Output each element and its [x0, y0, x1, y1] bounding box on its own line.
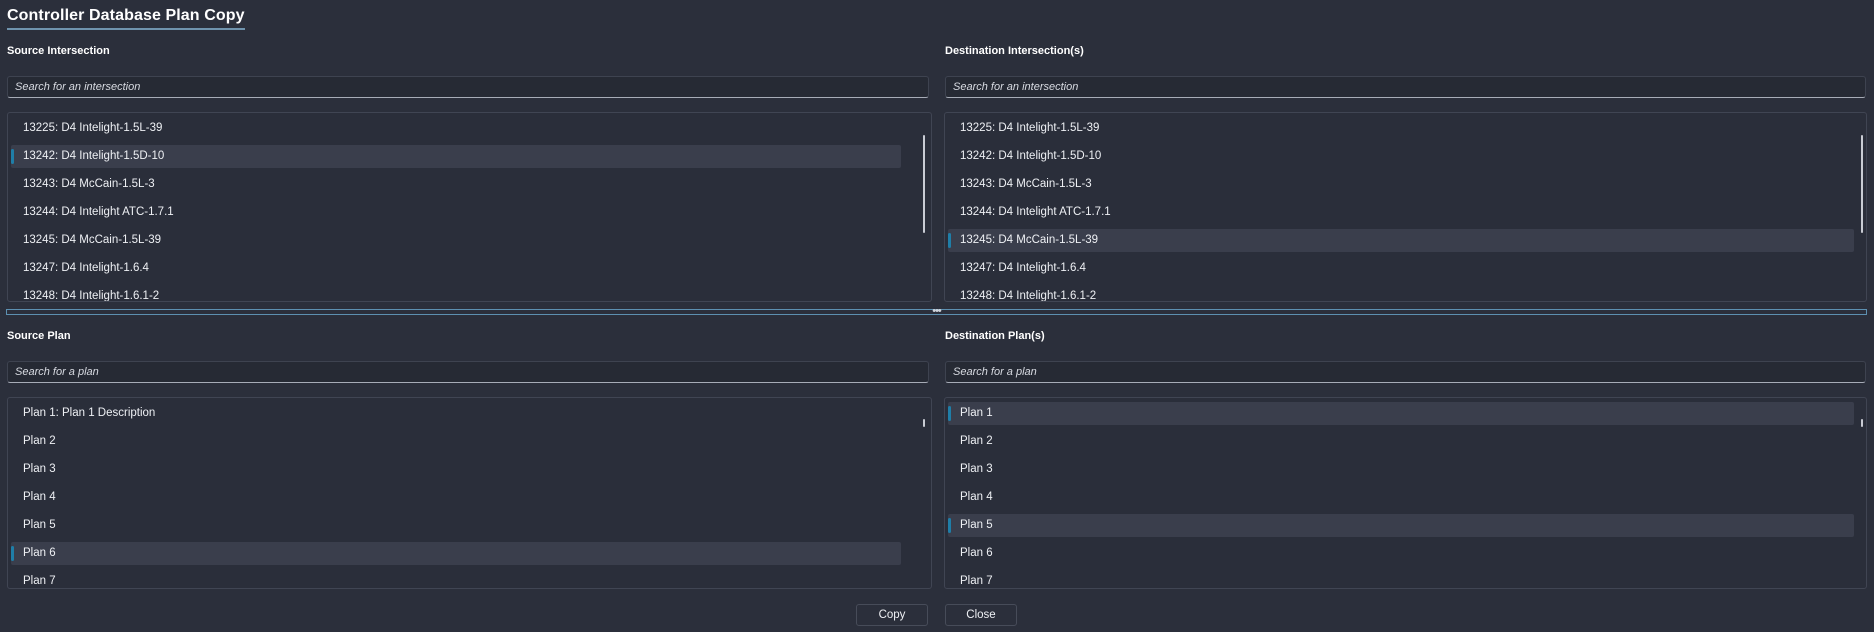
list-item[interactable]: Plan 4 — [948, 486, 1854, 509]
list-item[interactable]: Plan 6 — [948, 542, 1854, 565]
destination-intersections-list[interactable]: 13225: D4 Intelight-1.5L-39 13242: D4 Int… — [944, 112, 1867, 302]
grip-dots-icon: ••• — [932, 305, 942, 317]
close-button[interactable]: Close — [945, 604, 1017, 626]
list-item[interactable]: Plan 3 — [948, 458, 1854, 481]
destination-intersections-scrollbar[interactable] — [1861, 135, 1863, 233]
panel-splitter[interactable]: ••• — [6, 305, 1867, 317]
source-plan-list[interactable]: Plan 1: Plan 1 Description Plan 2 Plan 3 Pl… — [7, 397, 932, 589]
list-item[interactable]: 13244: D4 Intelight ATC-1.7.1 — [11, 201, 901, 224]
list-item[interactable]: Plan 7 — [11, 570, 901, 588]
destination-plans-label: Destination Plan(s) — [945, 330, 1045, 342]
destination-intersections-label: Destination Intersection(s) — [945, 45, 1084, 57]
list-item[interactable]: Plan 1: Plan 1 Description — [11, 402, 901, 425]
list-item[interactable]: Plan 3 — [11, 458, 901, 481]
list-item[interactable]: Plan 1 — [948, 402, 1854, 425]
source-intersection-label: Source Intersection — [7, 45, 110, 57]
list-item[interactable]: Plan 6 — [11, 542, 901, 565]
list-item[interactable]: 13225: D4 Intelight-1.5L-39 — [11, 117, 901, 140]
list-item[interactable]: 13245: D4 McCain-1.5L-39 — [948, 229, 1854, 252]
source-intersection-search-input[interactable]: Search for an intersection — [7, 76, 929, 98]
list-item[interactable]: 13242: D4 Intelight-1.5D-10 — [11, 145, 901, 168]
source-intersection-list[interactable]: 13225: D4 Intelight-1.5L-39 13242: D4 Int… — [7, 112, 932, 302]
plan-copy-window: Controller Database Plan Copy Source Int… — [0, 0, 1874, 632]
source-intersection-scrollbar[interactable] — [923, 135, 925, 233]
list-item[interactable]: Plan 7 — [948, 570, 1854, 588]
list-item[interactable]: 13243: D4 McCain-1.5L-3 — [948, 173, 1854, 196]
source-plan-label: Source Plan — [7, 330, 71, 342]
copy-button[interactable]: Copy — [856, 604, 928, 626]
list-item[interactable]: 13244: D4 Intelight ATC-1.7.1 — [948, 201, 1854, 224]
list-item[interactable]: Plan 2 — [11, 430, 901, 453]
list-item[interactable]: 13225: D4 Intelight-1.5L-39 — [948, 117, 1854, 140]
list-item[interactable]: 13248: D4 Intelight-1.6.1-2 — [11, 285, 901, 301]
destination-plans-list[interactable]: Plan 1 Plan 2 Plan 3 Plan 4 Plan 5 Plan 6 Plan… — [944, 397, 1867, 589]
list-item[interactable]: 13245: D4 McCain-1.5L-39 — [11, 229, 901, 252]
source-plan-search-input[interactable]: Search for a plan — [7, 361, 929, 383]
list-item[interactable]: 13242: D4 Intelight-1.5D-10 — [948, 145, 1854, 168]
destination-plans-scrollbar[interactable] — [1861, 419, 1863, 427]
list-item[interactable]: 13247: D4 Intelight-1.6.4 — [948, 257, 1854, 280]
list-item[interactable]: Plan 5 — [11, 514, 901, 537]
destination-plans-search-input[interactable]: Search for a plan — [945, 361, 1866, 383]
list-item[interactable]: 13248: D4 Intelight-1.6.1-2 — [948, 285, 1854, 301]
list-item[interactable]: Plan 5 — [948, 514, 1854, 537]
window-title: Controller Database Plan Copy — [7, 6, 245, 30]
list-item[interactable]: Plan 2 — [948, 430, 1854, 453]
list-item[interactable]: 13247: D4 Intelight-1.6.4 — [11, 257, 901, 280]
destination-intersections-search-input[interactable]: Search for an intersection — [945, 76, 1866, 98]
list-item[interactable]: Plan 4 — [11, 486, 901, 509]
source-plan-scrollbar[interactable] — [923, 419, 925, 427]
list-item[interactable]: 13243: D4 McCain-1.5L-3 — [11, 173, 901, 196]
